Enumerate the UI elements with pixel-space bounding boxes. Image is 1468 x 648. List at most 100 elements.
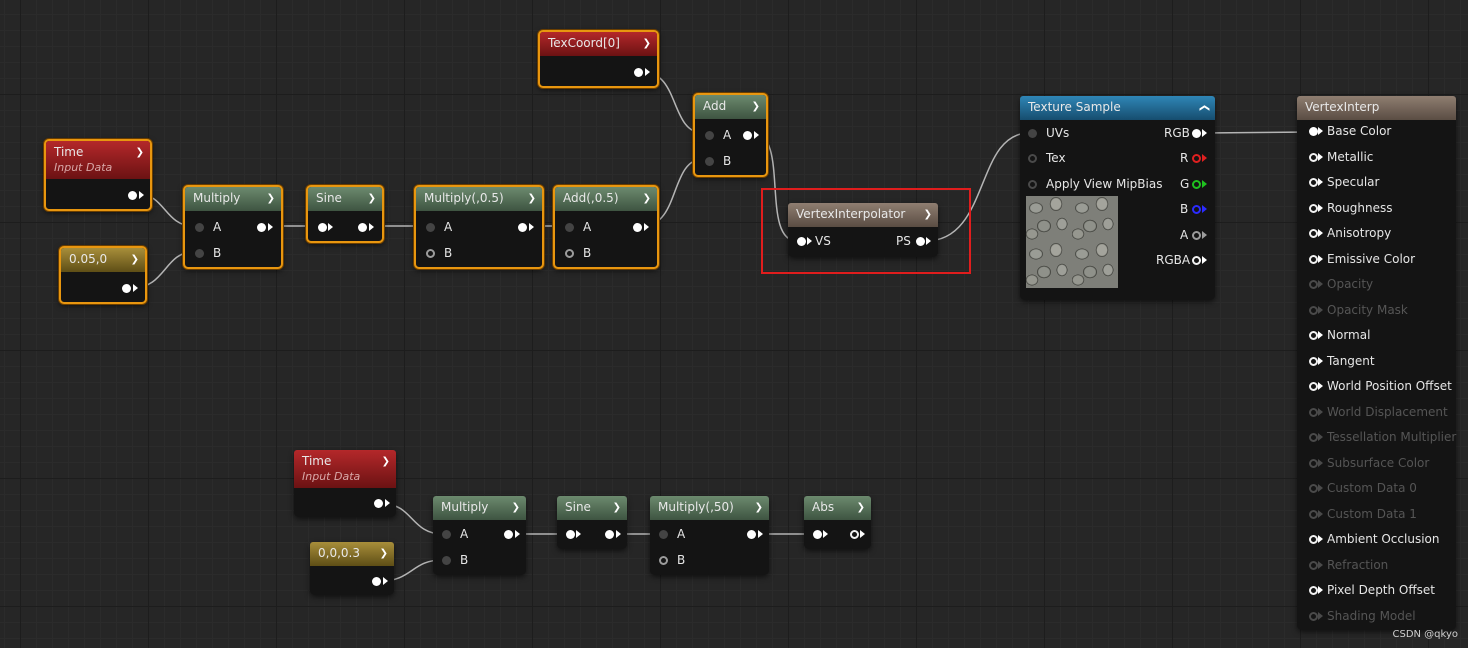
input-pin-tex[interactable]	[1028, 154, 1037, 163]
input-pin-a[interactable]	[705, 131, 714, 140]
add-node[interactable]: Add ❯ A B	[693, 93, 768, 177]
chevron-down-icon[interactable]: ❯	[380, 547, 388, 561]
output-pin[interactable]	[257, 223, 266, 232]
output-arrow-icon	[1202, 154, 1207, 162]
input-arrow-icon	[1318, 178, 1323, 186]
material-input-pin[interactable]	[1309, 458, 1318, 468]
output-pin[interactable]	[358, 223, 367, 232]
material-input-pin[interactable]	[1309, 535, 1318, 544]
chevron-down-icon[interactable]: ❯	[752, 100, 760, 114]
output-pin-g[interactable]	[1192, 180, 1201, 189]
input-pin[interactable]	[566, 530, 575, 539]
pin-label-b: B	[1180, 202, 1189, 216]
input-pin-b[interactable]	[565, 249, 574, 258]
chevron-down-icon[interactable]: ❯	[613, 501, 621, 515]
output-pin-a[interactable]	[1192, 231, 1201, 240]
texcoord-node[interactable]: TexCoord[0] ❯	[538, 30, 659, 88]
input-pin[interactable]	[813, 530, 822, 539]
output-pin[interactable]	[128, 191, 137, 200]
material-input-pin[interactable]	[1309, 280, 1318, 289]
material-input-pin[interactable]	[1309, 178, 1318, 187]
output-pin[interactable]	[122, 284, 131, 293]
input-pin[interactable]	[318, 223, 327, 232]
output-pin[interactable]	[605, 530, 614, 539]
input-arrow-icon	[1318, 433, 1323, 441]
chevron-down-icon[interactable]: ❯	[643, 192, 651, 206]
multiply-node-top[interactable]: Multiply ❯ A B	[183, 185, 283, 269]
texture-sample-node[interactable]: Texture Sample ❯ UVs Tex Apply View MipBi…	[1020, 96, 1215, 300]
pin-label-a: A	[723, 128, 732, 142]
constant-node-bottom[interactable]: 0,0,0.3 ❯	[310, 542, 394, 595]
material-input-pin[interactable]	[1309, 560, 1318, 570]
output-pin[interactable]	[743, 131, 752, 140]
material-input-pin[interactable]	[1309, 356, 1318, 366]
add-05-node[interactable]: Add(,0.5) ❯ A B	[553, 185, 659, 269]
chevron-down-icon[interactable]: ❯	[857, 501, 865, 515]
material-result-node[interactable]: VertexInterp Base Color Metallic Specular R…	[1297, 96, 1456, 630]
output-pin-rgba[interactable]	[1192, 256, 1201, 265]
material-input-pin[interactable]	[1309, 509, 1318, 519]
material-input-pin[interactable]	[1309, 229, 1318, 238]
output-pin[interactable]	[374, 499, 383, 508]
material-input-pin[interactable]	[1309, 611, 1318, 621]
material-input-pin[interactable]	[1309, 407, 1318, 417]
material-input-pin[interactable]	[1309, 127, 1318, 136]
material-input-pin[interactable]	[1309, 586, 1318, 595]
input-pin-uvs[interactable]	[1028, 129, 1037, 138]
material-pin-label: Anisotropy	[1327, 226, 1392, 240]
input-pin-b[interactable]	[705, 157, 714, 166]
chevron-down-icon[interactable]: ❯	[368, 192, 376, 206]
output-pin[interactable]	[518, 223, 527, 232]
output-pin[interactable]	[747, 530, 756, 539]
chevron-down-icon[interactable]: ❯	[512, 501, 520, 515]
chevron-down-icon[interactable]: ❯	[755, 501, 763, 515]
output-pin[interactable]	[850, 530, 859, 539]
chevron-up-icon[interactable]: ❯	[1198, 104, 1212, 112]
input-pin-b[interactable]	[426, 249, 435, 258]
input-pin-a[interactable]	[426, 223, 435, 232]
time-node-top[interactable]: Time Input Data ❯	[44, 139, 152, 211]
pin-label-b: B	[444, 246, 453, 260]
material-input-pin[interactable]	[1309, 305, 1318, 315]
chevron-down-icon[interactable]: ❯	[136, 146, 144, 160]
abs-node[interactable]: Abs ❯	[804, 496, 871, 549]
multiply-50-node[interactable]: Multiply(,50) ❯ A B	[650, 496, 769, 575]
sine-node-bottom[interactable]: Sine ❯	[557, 496, 627, 549]
input-pin-b[interactable]	[659, 556, 668, 565]
multiply-node-bottom[interactable]: Multiply ❯ A B	[433, 496, 526, 575]
material-pin-label: World Displacement	[1327, 404, 1448, 419]
input-pin-mipbias[interactable]	[1028, 180, 1037, 189]
output-pin[interactable]	[634, 68, 643, 77]
input-pin-b[interactable]	[195, 249, 204, 258]
pin-label-r: R	[1180, 151, 1189, 165]
chevron-down-icon[interactable]: ❯	[131, 253, 139, 267]
chevron-down-icon[interactable]: ❯	[528, 192, 536, 206]
output-pin-r[interactable]	[1192, 154, 1201, 163]
input-pin-a[interactable]	[195, 223, 204, 232]
output-pin[interactable]	[633, 223, 642, 232]
material-input-pin[interactable]	[1309, 254, 1318, 264]
chevron-down-icon[interactable]: ❯	[267, 192, 275, 206]
material-input-pin[interactable]	[1309, 484, 1318, 493]
input-pin-b[interactable]	[442, 556, 451, 565]
constant-node-top[interactable]: 0.05,0 ❯	[59, 246, 147, 304]
material-input-pin[interactable]	[1309, 152, 1318, 162]
time-node-bottom[interactable]: Time Input Data ❯	[294, 450, 396, 517]
input-pin-a[interactable]	[659, 530, 668, 539]
input-pin-a[interactable]	[442, 530, 451, 539]
material-input-pin[interactable]	[1309, 433, 1318, 442]
chevron-down-icon[interactable]: ❯	[643, 37, 651, 51]
sine-node-top[interactable]: Sine ❯	[306, 185, 384, 243]
output-pin-rgb[interactable]	[1192, 129, 1201, 138]
material-input-pin[interactable]	[1309, 382, 1318, 391]
material-input-pin[interactable]	[1309, 203, 1318, 213]
multiply-05-node[interactable]: Multiply(,0.5) ❯ A B	[414, 185, 544, 269]
output-pin-b[interactable]	[1192, 205, 1201, 214]
pin-label-a: A	[213, 220, 222, 234]
output-pin[interactable]	[504, 530, 513, 539]
chevron-down-icon[interactable]: ❯	[382, 455, 390, 469]
material-input-pin[interactable]	[1309, 331, 1318, 340]
output-pin[interactable]	[372, 577, 381, 586]
input-arrow-icon	[1318, 484, 1323, 492]
input-pin-a[interactable]	[565, 223, 574, 232]
